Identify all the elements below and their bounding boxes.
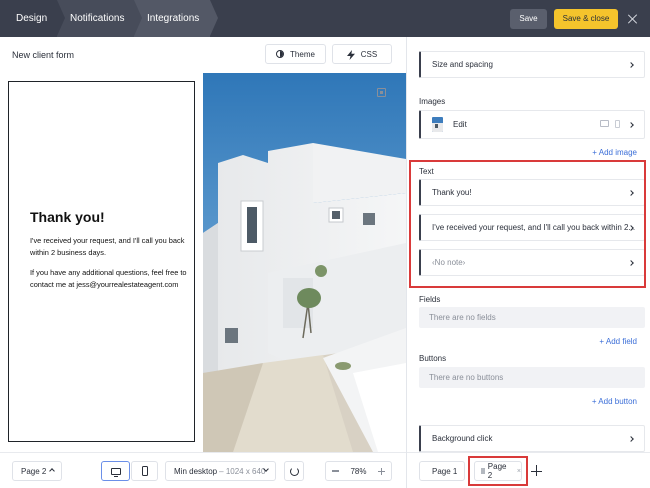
- properties-panel: Size and spacing Images Edit + Add image…: [407, 37, 650, 452]
- page-tab-1[interactable]: Page 1: [419, 461, 465, 481]
- preview-heading: Thank you!: [30, 209, 105, 225]
- images-section-label: Images: [419, 97, 446, 106]
- contrast-icon: [276, 50, 285, 58]
- editor-header: New client form Theme CSS: [0, 37, 406, 72]
- rotate-button[interactable]: [284, 461, 304, 481]
- resolution-select[interactable]: Min desktop – 1024 x 640: [165, 461, 276, 481]
- add-field-link[interactable]: + Add field: [599, 337, 637, 346]
- image-row[interactable]: Edit: [419, 110, 645, 139]
- chevron-right-icon: [628, 62, 634, 68]
- mobile-view-button[interactable]: [131, 461, 158, 481]
- add-image-link[interactable]: + Add image: [592, 148, 637, 157]
- buttons-empty-state: There are no buttons: [419, 367, 645, 388]
- desktop-icon: [110, 467, 121, 477]
- refresh-icon: [289, 466, 299, 476]
- page-select-value: Page 2: [21, 466, 47, 476]
- preview-canvas: Thank you! I've received your request, a…: [0, 72, 406, 452]
- chevron-up-icon: [49, 468, 55, 474]
- page-tabs-bar: Page 1 Page 2 ×: [407, 452, 650, 488]
- desktop-view-button[interactable]: [101, 461, 130, 481]
- image-settings-icon[interactable]: [377, 88, 386, 97]
- preview-card[interactable]: Thank you! I've received your request, a…: [8, 81, 195, 442]
- theme-button-label: Theme: [290, 49, 315, 59]
- background-click-row[interactable]: Background click: [419, 425, 645, 452]
- chevron-right-icon: [628, 122, 634, 128]
- save-button[interactable]: Save: [510, 8, 547, 29]
- preview-paragraph-1: I've received your request, and I'll cal…: [30, 236, 185, 257]
- page-tab-highlight: [468, 456, 528, 486]
- page-tab-label: Page 1: [432, 466, 458, 476]
- page-select[interactable]: Page 2: [12, 461, 62, 481]
- add-button-link[interactable]: + Add button: [592, 397, 637, 406]
- background-click-label: Background click: [432, 434, 493, 443]
- buttons-section-label: Buttons: [419, 354, 447, 363]
- fields-section-label: Fields: [419, 295, 441, 304]
- css-button-label: CSS: [360, 49, 378, 59]
- chevron-right-icon: [628, 436, 634, 442]
- mobile-icon: [141, 466, 148, 476]
- save-and-close-button[interactable]: Save & close: [554, 8, 618, 29]
- plus-icon[interactable]: [531, 465, 543, 477]
- tab-design[interactable]: Design: [0, 0, 65, 37]
- preview-toolbar: Page 2 Min desktop – 1024 x 640 78%: [0, 452, 406, 488]
- zoom-in-icon[interactable]: [377, 467, 385, 475]
- resolution-name: Min desktop: [174, 466, 218, 476]
- text-section-highlight: [409, 160, 646, 288]
- size-spacing-row[interactable]: Size and spacing: [419, 51, 645, 78]
- tab-notifications[interactable]: Notifications: [57, 0, 142, 37]
- preview-body: I've received your request, and I'll cal…: [30, 235, 190, 299]
- tab-integrations[interactable]: Integrations: [134, 0, 218, 37]
- css-button[interactable]: CSS: [332, 44, 392, 64]
- zoom-control: 78%: [325, 461, 392, 481]
- main-tabs: Design Notifications Integrations: [0, 0, 218, 37]
- top-bar: Design Notifications Integrations Save S…: [0, 0, 650, 37]
- zoom-out-icon[interactable]: [332, 470, 339, 472]
- size-spacing-label: Size and spacing: [432, 60, 493, 69]
- desktop-visibility-icon[interactable]: [600, 120, 609, 127]
- close-icon[interactable]: [628, 14, 638, 24]
- lightning-icon: [346, 49, 355, 60]
- zoom-level: 78%: [350, 466, 367, 476]
- theme-button[interactable]: Theme: [265, 44, 326, 64]
- fields-empty-state: There are no fields: [419, 307, 645, 328]
- mobile-visibility-icon[interactable]: [615, 120, 620, 128]
- image-edit-label: Edit: [453, 120, 467, 129]
- image-visibility-icons: [600, 120, 620, 128]
- image-thumbnail: [432, 117, 443, 132]
- preview-paragraph-2: If you have any additional questions, fe…: [30, 268, 187, 289]
- resolution-size: – 1024 x 640: [219, 466, 266, 476]
- form-title: New client form: [12, 50, 75, 60]
- top-actions: Save Save & close: [510, 0, 650, 37]
- preview-image[interactable]: [203, 73, 406, 452]
